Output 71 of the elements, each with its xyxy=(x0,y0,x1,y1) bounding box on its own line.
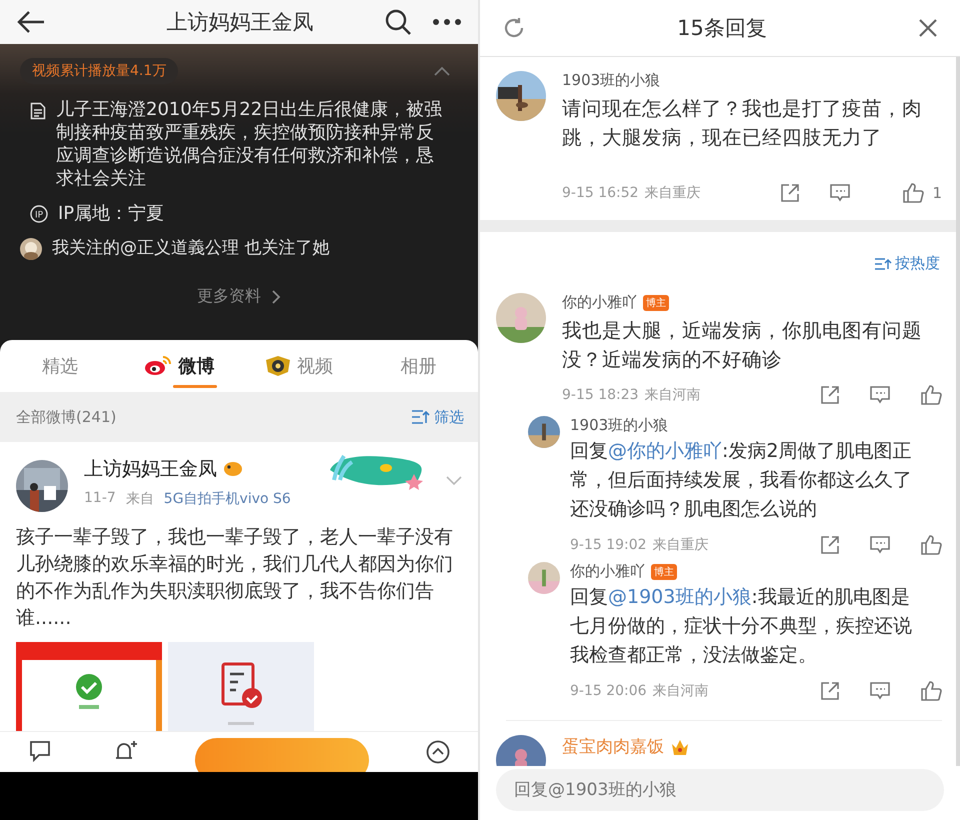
play-count-badge: 视频累计播放量4.1万 xyxy=(20,58,178,84)
profile-tab[interactable]: 相册 xyxy=(358,340,478,392)
more-icon[interactable] xyxy=(432,18,462,26)
comment-time: 9-15 16:52 xyxy=(562,185,639,201)
commenter-name[interactable]: 蛋宝肉肉嘉饭 xyxy=(562,735,664,758)
like-icon[interactable] xyxy=(920,384,942,406)
filter-icon xyxy=(411,409,431,425)
mention-link[interactable]: @1903班的小狼 xyxy=(608,586,752,608)
comment-time: 9-15 18:23 xyxy=(562,387,639,403)
scroll-top-icon[interactable] xyxy=(426,740,450,764)
comment-icon[interactable] xyxy=(870,386,890,404)
comment-icon[interactable] xyxy=(830,184,850,202)
commenter-name[interactable]: 1903班的小狼 xyxy=(570,416,668,435)
fish-badge-icon xyxy=(223,460,243,478)
commenter-name[interactable]: 1903班的小狼 xyxy=(562,71,942,90)
crown-icon xyxy=(670,738,690,756)
comment-location: 来自重庆 xyxy=(644,184,701,202)
eye-logo-icon xyxy=(144,355,172,377)
share-icon[interactable] xyxy=(820,681,840,701)
share-icon[interactable] xyxy=(820,385,840,405)
sort-button[interactable]: 按热度 xyxy=(874,254,940,273)
comment-text: 请问现在怎么样了？我也是打了疫苗，肉跳，大腿发病，现在已经四肢无力了 xyxy=(562,96,923,151)
post-count: 全部微博(241) xyxy=(16,408,116,426)
video-badge-icon xyxy=(264,355,291,377)
author-badge: 博主 xyxy=(651,564,677,580)
document-icon xyxy=(30,102,46,120)
post-text: 孩子一辈子毁了，我也一辈子毁了，老人一辈子没有儿孙绕膝的欢乐幸福的时光，我们几代人都因为你们的不作为乱作为失职渎职彻底毁了，我不告你们告谁...... xyxy=(16,525,454,631)
collapse-icon[interactable] xyxy=(434,66,450,76)
profile-tab[interactable]: 视频 xyxy=(239,340,358,392)
post-date: 11-7 xyxy=(84,490,116,508)
author-badge: 博主 xyxy=(643,294,669,310)
profile-tab[interactable]: 精选 xyxy=(0,340,120,392)
bio-text: 儿子王海澄2010年5月22日出生后很健康，被强制接种疫苗致严重残疾，疾控做预防接种异常反应调查诊断造说偶合症没有任何救济和补偿，恳求社会关注 xyxy=(56,98,444,190)
comment-location: 来自河南 xyxy=(644,386,701,404)
back-icon[interactable] xyxy=(16,10,46,34)
comment-icon[interactable] xyxy=(870,536,890,554)
commenter-name[interactable]: 你的小雅吖 xyxy=(570,562,645,581)
follow-button[interactable] xyxy=(194,738,368,772)
source-link[interactable]: 5G自拍手机vivo S6 xyxy=(164,490,291,508)
reply-text: 回复@你的小雅吖:发病2周做了肌电图正常，但后面持续发展，我看你都这么久了还没确诊吗？肌电图怎么说的 xyxy=(570,439,913,522)
refresh-icon[interactable] xyxy=(502,16,526,40)
reply-input[interactable]: 回复@1903班的小狼 xyxy=(496,769,944,811)
ip-location: IP属地：宁夏 xyxy=(58,202,164,225)
comment-location: 来自河南 xyxy=(652,682,709,700)
like-icon xyxy=(902,182,924,204)
more-info-link[interactable]: 更多资料 xyxy=(20,286,458,307)
like-icon[interactable] xyxy=(920,534,942,556)
comment-time: 9-15 19:02 xyxy=(570,537,647,553)
comment-time: 9-15 20:06 xyxy=(570,683,647,699)
reply-text: 回复@1903班的小狼:我最近的肌电图是七月份做的，症状十分不典型，疾控还说我检查都正常，没法做鉴定。 xyxy=(570,585,913,668)
search-icon[interactable] xyxy=(384,8,412,36)
sort-icon xyxy=(874,256,892,270)
ip-icon: IP xyxy=(30,204,48,222)
share-icon[interactable] xyxy=(820,535,840,555)
comment-location: 来自重庆 xyxy=(652,536,709,554)
comment-text: 我也是大腿，近端发病，你肌电图有问题没？近端发病的不好确诊 xyxy=(562,318,923,373)
like-button[interactable]: 1 xyxy=(878,182,942,204)
mutual-follow-text[interactable]: 我关注的@正义道義公理 也关注了她 xyxy=(52,237,330,260)
author-name[interactable]: 上访妈妈王金凤 xyxy=(84,456,217,482)
close-icon[interactable] xyxy=(918,18,938,38)
share-icon[interactable] xyxy=(780,183,800,203)
commenter-name[interactable]: 你的小雅吖 xyxy=(562,293,637,312)
filter-button[interactable]: 筛选 xyxy=(411,408,464,426)
like-icon[interactable] xyxy=(920,680,942,702)
profile-tab[interactable]: 微博 xyxy=(120,340,239,392)
profile-title: 上访妈妈王金凤 xyxy=(166,9,314,36)
comment-icon[interactable] xyxy=(870,682,890,700)
replies-title: 15条回复 xyxy=(677,15,767,42)
mention-link[interactable]: @你的小雅吖 xyxy=(608,440,722,462)
chevron-right-icon xyxy=(271,288,281,304)
source-label: 来自 xyxy=(126,490,154,508)
